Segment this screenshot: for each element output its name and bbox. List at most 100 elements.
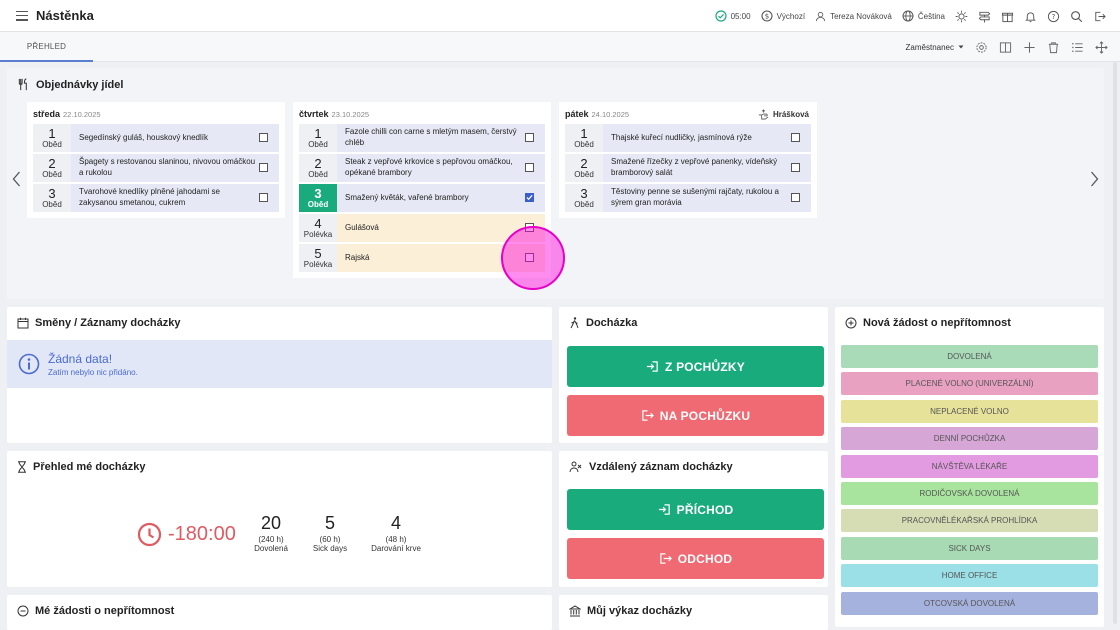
tag-selector[interactable]: $ Výchozí: [761, 10, 805, 22]
meal-option[interactable]: 2 Oběd Steak z vepřové krkovice s pepřovo…: [299, 154, 545, 182]
signpost-icon[interactable]: [978, 10, 991, 23]
meal-type: Oběd: [308, 140, 328, 149]
next-arrow-icon[interactable]: [1087, 170, 1101, 188]
meal-desc: Steak z vepřové krkovice s pepřovou omáč…: [337, 154, 545, 182]
meal-text: Thajské kuřecí nudličky, jasmínová rýže: [611, 132, 752, 142]
menu-icon[interactable]: [16, 10, 28, 21]
stat-label: Dovolená: [254, 544, 288, 554]
absence-type-button[interactable]: DENNÍ POCHŮZKA: [841, 427, 1098, 451]
meal-desc: Těstoviny penne se sušenými rajčaty, ruk…: [603, 184, 811, 212]
meal-checkbox[interactable]: [525, 163, 534, 172]
meal-num: 2: [580, 156, 588, 171]
meal-checkbox[interactable]: [791, 163, 800, 172]
meal-text: Tvarohové knedlíky plněné jahodami se za…: [79, 187, 220, 207]
meal-checkbox[interactable]: [259, 163, 268, 172]
check-circle-icon: [714, 10, 727, 22]
absence-type-button[interactable]: DOVOLENÁ: [841, 345, 1098, 368]
role-selector[interactable]: Zaměstnanec: [906, 43, 964, 52]
language-selector[interactable]: Čeština: [902, 10, 945, 22]
page-scrollbar[interactable]: [1113, 62, 1117, 624]
tab-overview[interactable]: PŘEHLED: [0, 32, 93, 62]
user-menu[interactable]: Tereza Nováková: [815, 11, 892, 22]
absence-type-button[interactable]: PRACOVNĚLÉKAŘSKÁ PROHLÍDKA: [841, 509, 1098, 533]
my-requests-header: Mé žádosti o nepřítomnost: [17, 605, 174, 617]
stat-item: 4 (48 h) Darování krve: [366, 513, 426, 554]
meal-type: Oběd: [307, 200, 329, 209]
absence-type-button[interactable]: OTCOVSKÁ DOVOLENÁ: [841, 591, 1098, 615]
absence-type-button[interactable]: RODIČOVSKÁ DOVOLENÁ: [841, 482, 1098, 505]
day-name: čtvrtek: [299, 109, 329, 119]
go-on-errand-label: NA POCHŮZKU: [659, 408, 751, 423]
sun-icon[interactable]: [955, 10, 968, 23]
meal-checkbox[interactable]: [791, 193, 800, 202]
balance-value: -180:00: [168, 523, 236, 545]
globe-icon: [902, 10, 914, 22]
my-requests-title: Mé žádosti o nepřítomnost: [35, 605, 175, 617]
meal-checkbox[interactable]: [525, 133, 534, 142]
day-card: pátek 24.10.2025 Hrášková 1 Oběd Thajské …: [559, 102, 817, 218]
top-bar: Nástěnka 05:00 $ Výchozí Tereza Nováková…: [0, 0, 1120, 32]
return-from-errand-button[interactable]: Z POCHŮZKY: [567, 346, 824, 387]
my-requests-panel: Mé žádosti o nepřítomnost: [7, 595, 552, 630]
meal-option[interactable]: 1 Oběd Segedínský guláš, houskový knedlík: [33, 124, 279, 152]
absence-type-button[interactable]: NÁVŠTĚVA LÉKAŘE: [841, 454, 1098, 478]
prev-arrow-icon[interactable]: [9, 170, 23, 188]
plus-icon[interactable]: [1023, 41, 1036, 54]
meal-option[interactable]: 3 Oběd Těstoviny penne se sušenými rajčat…: [565, 184, 811, 212]
check-out-label: ODCHOD: [677, 551, 733, 566]
stat-item: 20 (240 h) Dovolená: [246, 513, 296, 554]
day-date: 24.10.2025: [591, 109, 630, 119]
meal-desc: Smažený květák, vařené brambory: [337, 184, 545, 212]
meal-checkbox[interactable]: [791, 133, 800, 142]
gift-icon[interactable]: [1001, 10, 1014, 23]
logout-icon[interactable]: [1093, 10, 1106, 23]
bell-icon[interactable]: [1024, 10, 1037, 23]
list-icon[interactable]: [1071, 41, 1084, 54]
move-icon[interactable]: [1095, 40, 1108, 54]
remote-title: Vzdálený záznam docházky: [589, 461, 733, 473]
check-out-button[interactable]: ODCHOD: [567, 538, 824, 579]
meal-text: Těstoviny penne se sušenými rajčaty, ruk…: [611, 187, 779, 207]
calendar-icon: [17, 317, 29, 329]
attendance-title: Docházka: [586, 317, 638, 329]
absence-type-button[interactable]: PLACENÉ VOLNO (UNIVERZÁLNÍ): [841, 372, 1098, 396]
meal-number: 3 Oběd: [565, 184, 603, 212]
meal-checkbox-checked[interactable]: [525, 193, 534, 202]
login-icon: [658, 503, 671, 516]
my-report-title: Můj výkaz docházky: [587, 605, 693, 617]
absence-type-button[interactable]: SICK DAYS: [841, 536, 1098, 560]
meal-checkbox[interactable]: [259, 193, 268, 202]
settings-icon[interactable]: [975, 41, 988, 54]
meal-orders-header: Objednávky jídel: [17, 78, 123, 91]
stat-hours: (60 h): [319, 534, 341, 544]
day-date: 23.10.2025: [331, 109, 370, 119]
time-indicator[interactable]: 05:00: [714, 10, 751, 22]
help-icon[interactable]: ?: [1047, 10, 1060, 23]
page-title: Nástěnka: [36, 8, 94, 23]
meal-option[interactable]: 2 Oběd Smažené řízečky z vepřové panenky,…: [565, 154, 811, 182]
search-icon[interactable]: [1070, 10, 1083, 23]
stat-hours: (240 h): [258, 534, 284, 544]
go-on-errand-button[interactable]: NA POCHŮZKU: [567, 395, 824, 436]
trash-icon[interactable]: [1047, 41, 1060, 54]
meal-option-selected[interactable]: 3 Oběd Smažený květák, vařené brambory: [299, 184, 545, 212]
absence-type-button[interactable]: HOME OFFICE: [841, 564, 1098, 588]
absence-type-button[interactable]: NEPLACENÉ VOLNO: [841, 399, 1098, 423]
meal-option[interactable]: 1 Oběd Thajské kuřecí nudličky, jasmínová…: [565, 124, 811, 152]
attendance-header: Docházka: [569, 317, 637, 329]
day-date: 22.10.2025: [63, 109, 101, 119]
meal-num: 3: [580, 186, 588, 201]
meal-option[interactable]: 1 Oběd Fazole chilli con carne s mletým m…: [299, 124, 545, 152]
meal-checkbox[interactable]: [259, 133, 268, 142]
my-report-panel: Můj výkaz docházky: [559, 595, 828, 630]
day-name: středa: [33, 109, 61, 119]
shifts-title: Směny / Záznamy docházky: [35, 317, 181, 329]
check-in-button[interactable]: PŘÍCHOD: [567, 489, 824, 530]
meal-option[interactable]: 2 Oběd Špagety s restovanou slaninou, niv…: [33, 154, 279, 182]
columns-icon[interactable]: [999, 41, 1012, 54]
meal-text: Smažené řízečky z vepřové panenky, vídeň…: [611, 157, 778, 177]
meal-option[interactable]: 3 Oběd Tvarohové knedlíky plněné jahodami…: [33, 184, 279, 212]
login-icon: [646, 360, 659, 373]
caret-down-icon: [958, 44, 964, 50]
remote-user-icon: [569, 461, 583, 473]
